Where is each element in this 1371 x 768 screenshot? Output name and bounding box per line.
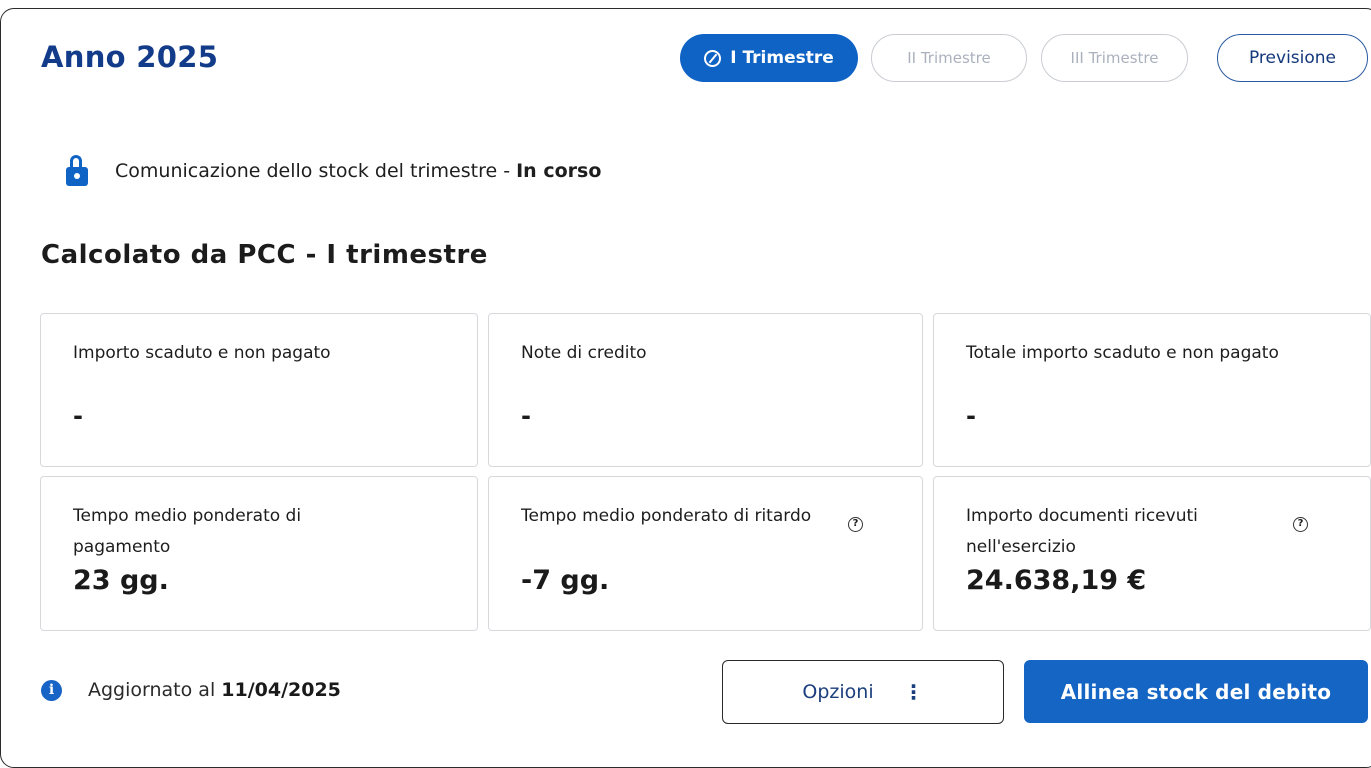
status-state: In corso (516, 160, 602, 182)
tab-i-trimestre[interactable]: I Trimestre (680, 34, 858, 82)
metric-value: - (521, 402, 531, 430)
metric-value: 23 gg. (73, 565, 169, 596)
last-update: i Aggiornato al 11/04/2025 (41, 679, 341, 701)
kebab-menu-icon: ⋮ (903, 680, 924, 704)
lock-icon (66, 155, 88, 187)
options-button[interactable]: Opzioni ⋮ (722, 660, 1004, 724)
metric-totale-importo: Totale importo scaduto e non pagato - (933, 313, 1371, 467)
metric-tempo-ritardo: Tempo medio ponderato di ritardo ? -7 gg… (488, 476, 923, 631)
metric-label: Note di credito (521, 343, 647, 363)
metric-label: Tempo medio ponderato di pagamento (73, 506, 302, 557)
update-date: 11/04/2025 (221, 679, 341, 701)
status-text: Comunicazione dello stock del trimestre … (115, 160, 517, 182)
metric-label: Importo documenti ricevuti nell'esercizi… (966, 506, 1198, 557)
metric-value: - (966, 402, 976, 430)
update-prefix: Aggiornato al (88, 679, 222, 701)
tab-iii-trimestre: III Trimestre (1041, 34, 1188, 82)
section-title: Calcolato da PCC - I trimestre (41, 240, 488, 270)
metric-value: - (73, 402, 83, 430)
metric-value: -7 gg. (521, 565, 610, 596)
metric-label: Totale importo scaduto e non pagato (966, 343, 1279, 363)
info-icon: i (41, 679, 62, 701)
help-icon[interactable]: ? (1293, 517, 1308, 532)
tab-label: III Trimestre (1070, 49, 1159, 67)
metric-importo-scaduto: Importo scaduto e non pagato - (40, 313, 478, 467)
help-icon[interactable]: ? (848, 517, 863, 532)
stock-status: Comunicazione dello stock del trimestre … (66, 155, 601, 187)
metric-importo-documenti: Importo documenti ricevuti nell'esercizi… (933, 476, 1371, 631)
tab-label: II Trimestre (907, 49, 991, 67)
metric-value: 24.638,19 € (966, 565, 1147, 596)
metric-tempo-pagamento: Tempo medio ponderato di pagamento 23 gg… (40, 476, 478, 631)
tab-previsione[interactable]: Previsione (1217, 34, 1368, 82)
page-title: Anno 2025 (41, 40, 219, 74)
options-label: Opzioni (802, 681, 874, 703)
metric-note-credito: Note di credito - (488, 313, 923, 467)
metric-label: Tempo medio ponderato di ritardo (521, 506, 812, 526)
align-stock-button[interactable]: Allinea stock del debito (1024, 660, 1368, 723)
metric-label: Importo scaduto e non pagato (73, 343, 331, 363)
tab-ii-trimestre: II Trimestre (871, 34, 1027, 82)
tab-label: Previsione (1248, 48, 1337, 68)
check-circle-icon (704, 49, 722, 67)
tab-label: I Trimestre (730, 48, 834, 68)
